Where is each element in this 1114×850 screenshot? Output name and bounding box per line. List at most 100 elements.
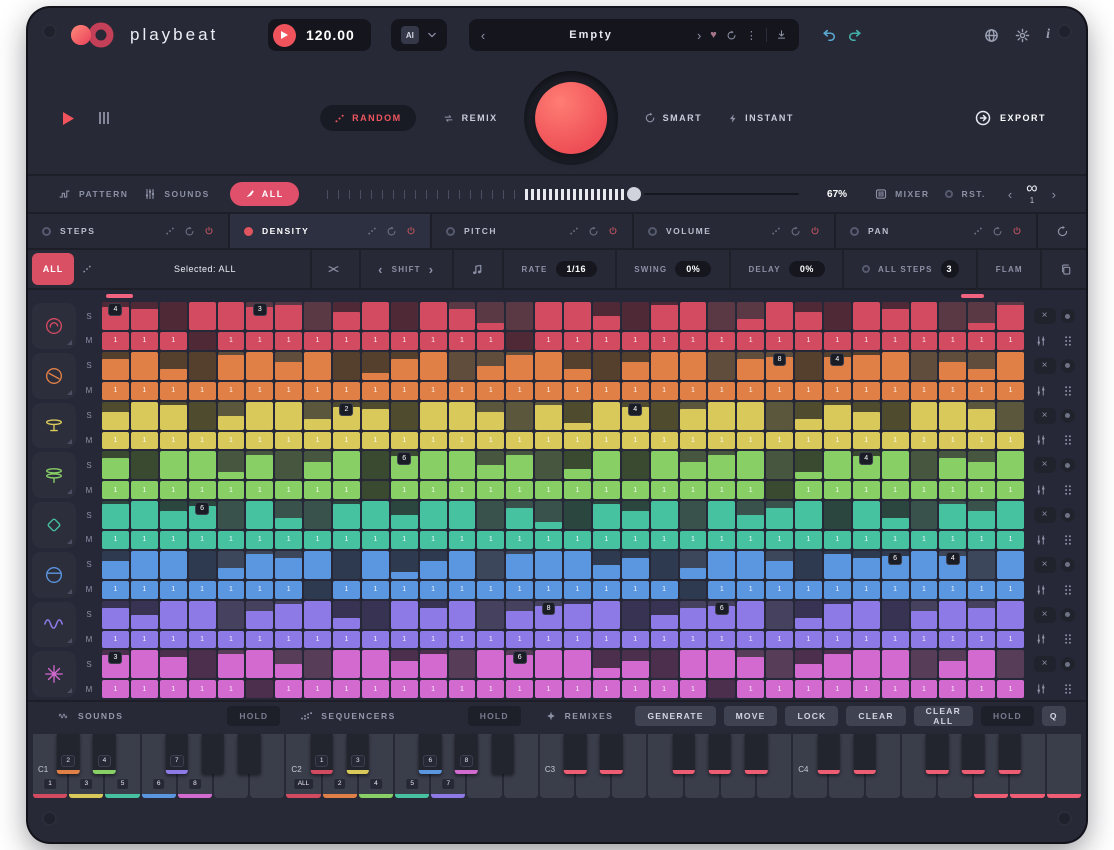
step-cell[interactable]: 1 [593, 680, 620, 698]
step-cell[interactable]: 1 [160, 631, 187, 649]
step-cell[interactable]: 1 [622, 581, 649, 599]
density-step-cell[interactable] [131, 352, 158, 380]
step-cell[interactable]: 1 [766, 531, 793, 549]
density-step-cell[interactable] [997, 302, 1024, 330]
piano-black-key[interactable] [202, 734, 224, 774]
step-cell[interactable]: 1 [160, 680, 187, 698]
density-step-cell[interactable] [246, 352, 273, 380]
density-step-cell[interactable] [420, 650, 447, 678]
density-step-cell[interactable] [246, 601, 273, 629]
track-dotgrid-button[interactable] [1057, 631, 1079, 647]
density-step-cell[interactable] [362, 402, 389, 430]
step-cell[interactable]: 1 [304, 382, 331, 400]
density-step-cell[interactable] [737, 501, 764, 529]
step-cell[interactable]: 1 [477, 680, 504, 698]
instant-button[interactable]: INSTANT [728, 112, 794, 125]
density-step-cell[interactable] [737, 551, 764, 579]
step-cell[interactable]: 1 [968, 432, 995, 450]
export-button[interactable]: EXPORT [975, 110, 1046, 126]
step-cell[interactable]: 1 [997, 432, 1024, 450]
piano-black-key[interactable] [854, 734, 876, 774]
step-cell[interactable]: 1 [766, 680, 793, 698]
tab-volume[interactable]: VOLUME [634, 214, 836, 248]
step-cell[interactable]: 1 [477, 332, 504, 350]
track-clear-button[interactable]: × [1034, 408, 1056, 424]
step-cell[interactable]: 1 [246, 481, 273, 499]
density-step-cell[interactable] [506, 551, 533, 579]
density-step-cell[interactable] [506, 451, 533, 479]
step-cell[interactable]: 1 [275, 680, 302, 698]
step-cell[interactable]: 1 [824, 680, 851, 698]
step-cell[interactable]: 1 [708, 581, 735, 599]
step-cell[interactable]: 1 [651, 581, 678, 599]
step-cell[interactable]: 1 [362, 432, 389, 450]
step-cell[interactable]: 1 [477, 432, 504, 450]
density-step-cell[interactable] [275, 352, 302, 380]
step-cell[interactable]: 1 [131, 432, 158, 450]
density-step-cell[interactable] [708, 551, 735, 579]
density-step-cell[interactable] [189, 650, 216, 678]
track-mute-dot-button[interactable] [1061, 508, 1075, 522]
random-button[interactable]: RANDOM [320, 105, 416, 131]
track-icon-hihat-closed[interactable] [32, 403, 76, 449]
notes-icon[interactable] [471, 263, 484, 276]
density-step-cell[interactable] [160, 551, 187, 579]
step-cell[interactable]: 1 [246, 432, 273, 450]
step-cell[interactable]: 1 [853, 531, 880, 549]
step-cell[interactable]: 1 [622, 631, 649, 649]
step-cell[interactable]: 1 [564, 581, 591, 599]
density-step-cell[interactable] [449, 451, 476, 479]
step-cell[interactable]: 1 [911, 332, 938, 350]
mixer-button[interactable]: MIXER [875, 188, 929, 200]
step-cell[interactable]: 1 [102, 481, 129, 499]
step-cell[interactable]: 1 [304, 631, 331, 649]
loop-icon[interactable] [790, 226, 801, 237]
density-step-cell[interactable] [593, 601, 620, 629]
density-step-cell[interactable] [506, 501, 533, 529]
density-step-cell[interactable] [766, 601, 793, 629]
step-cell[interactable]: 1 [160, 382, 187, 400]
density-step-cell[interactable] [449, 501, 476, 529]
step-cell[interactable]: 1 [333, 332, 360, 350]
density-step-cell[interactable] [275, 402, 302, 430]
track-dotgrid-button[interactable] [1057, 432, 1079, 448]
step-cell[interactable]: 1 [680, 531, 707, 549]
step-cell[interactable]: 1 [420, 432, 447, 450]
density-step-cell[interactable] [968, 551, 995, 579]
piano-black-key[interactable]: 7 [166, 734, 188, 774]
step-cell[interactable]: 1 [160, 531, 187, 549]
step-cell[interactable]: 1 [939, 680, 966, 698]
step-cell[interactable]: 1 [246, 581, 273, 599]
step-cell[interactable]: 1 [708, 631, 735, 649]
density-step-cell[interactable] [102, 501, 129, 529]
density-step-cell[interactable] [824, 402, 851, 430]
density-step-cell[interactable] [218, 451, 245, 479]
tab-pan[interactable]: PAN [836, 214, 1038, 248]
density-step-cell[interactable] [708, 402, 735, 430]
sounds-hold-button[interactable]: HOLD [227, 706, 280, 726]
density-step-cell[interactable] [304, 551, 331, 579]
step-cell[interactable]: 1 [420, 581, 447, 599]
piano-black-key[interactable]: 6 [419, 734, 441, 774]
step-cell[interactable]: 1 [333, 631, 360, 649]
step-cell[interactable]: 1 [102, 332, 129, 350]
step-cell[interactable]: 1 [795, 481, 822, 499]
density-step-cell[interactable] [362, 650, 389, 678]
step-cell[interactable]: 1 [420, 481, 447, 499]
step-cell[interactable]: 1 [275, 531, 302, 549]
density-step-cell[interactable]: 6 [708, 601, 735, 629]
step-cell[interactable]: 1 [477, 581, 504, 599]
density-step-cell[interactable] [997, 601, 1024, 629]
density-step-cell[interactable] [593, 352, 620, 380]
density-step-cell[interactable] [131, 302, 158, 330]
density-step-cell[interactable] [477, 601, 504, 629]
step-cell[interactable]: 1 [275, 481, 302, 499]
step-cell[interactable]: 1 [189, 531, 216, 549]
density-step-cell[interactable] [218, 551, 245, 579]
piano-black-key[interactable] [926, 734, 948, 774]
density-step-cell[interactable] [102, 402, 129, 430]
dice-icon[interactable] [973, 226, 983, 237]
density-step-cell[interactable] [882, 601, 909, 629]
step-cell[interactable]: 1 [449, 332, 476, 350]
density-step-cell[interactable] [131, 402, 158, 430]
